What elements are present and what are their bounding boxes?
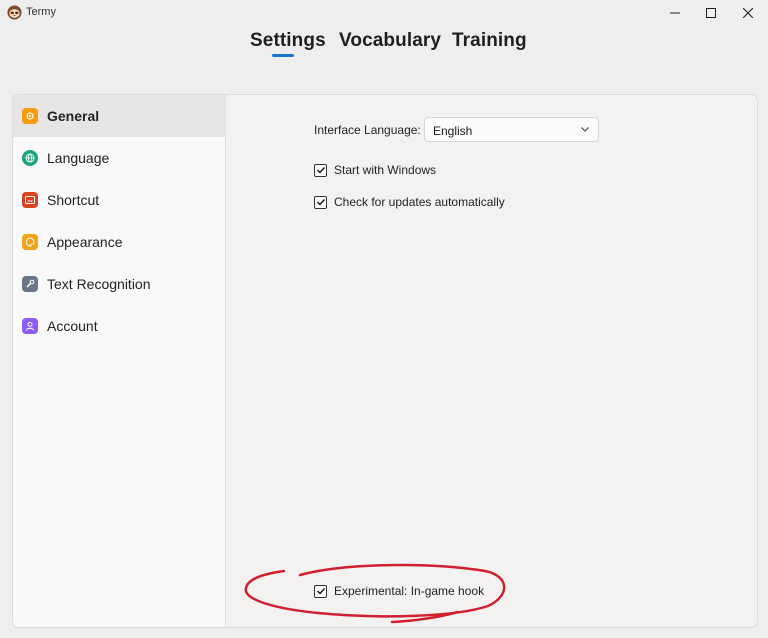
wrench-icon [22, 276, 38, 292]
palette-icon [22, 234, 38, 250]
sidebar-item-account[interactable]: Account [13, 305, 225, 347]
sidebar-item-label: Language [47, 150, 110, 166]
checkmark-icon [316, 199, 325, 206]
tab-settings[interactable]: Settings [250, 30, 326, 52]
chevron-down-icon [581, 127, 589, 132]
start-with-windows-checkbox[interactable] [314, 163, 327, 177]
tab-training[interactable]: Training [452, 30, 527, 52]
sidebar-item-shortcut[interactable]: Shortcut [13, 179, 225, 221]
interface-language-row: Interface Language: [314, 123, 421, 137]
checkmark-icon [316, 588, 325, 595]
check-updates-row[interactable]: Check for updates automatically [314, 195, 505, 209]
keyboard-icon [22, 192, 38, 208]
user-icon [22, 318, 38, 334]
minimize-icon [670, 12, 680, 14]
maximize-icon [706, 8, 716, 18]
sidebar-item-label: Text Recognition [47, 276, 151, 292]
check-updates-checkbox[interactable] [314, 195, 327, 209]
close-button[interactable] [730, 0, 766, 26]
sidebar-item-text-recognition[interactable]: Text Recognition [13, 263, 225, 305]
settings-sidebar: General Language Shortcut Appearance Tex [13, 95, 226, 627]
start-with-windows-row[interactable]: Start with Windows [314, 163, 436, 177]
general-settings-content: Interface Language: English Start with W… [226, 95, 757, 627]
checkmark-icon [316, 167, 325, 174]
settings-panel: General Language Shortcut Appearance Tex [12, 94, 758, 628]
gear-icon [22, 108, 38, 124]
sidebar-item-label: Account [47, 318, 98, 334]
active-tab-indicator [272, 54, 294, 57]
experimental-hook-label: Experimental: In-game hook [334, 584, 485, 598]
sidebar-item-label: Appearance [47, 234, 123, 250]
start-with-windows-label: Start with Windows [334, 163, 437, 177]
maximize-button[interactable] [693, 0, 729, 26]
interface-language-label: Interface Language: [314, 123, 421, 137]
experimental-hook-row[interactable]: Experimental: In-game hook [314, 584, 484, 598]
main-tabs: Settings Vocabulary Training [0, 30, 768, 60]
sidebar-item-appearance[interactable]: Appearance [13, 221, 225, 263]
sidebar-item-general[interactable]: General [13, 95, 225, 137]
sidebar-item-label: General [47, 108, 100, 124]
interface-language-select[interactable]: English [424, 117, 599, 142]
sidebar-item-language[interactable]: Language [13, 137, 225, 179]
close-icon [743, 8, 753, 18]
globe-icon [22, 150, 38, 166]
sidebar-item-label: Shortcut [47, 192, 100, 208]
sloth-app-icon [7, 5, 22, 20]
minimize-button[interactable] [657, 0, 693, 26]
window-title: Termy [26, 6, 56, 18]
experimental-hook-checkbox[interactable] [314, 584, 327, 598]
tab-vocabulary[interactable]: Vocabulary [339, 30, 441, 52]
check-updates-label: Check for updates automatically [334, 195, 505, 209]
title-bar: Termy [0, 0, 768, 26]
interface-language-value: English [433, 124, 473, 138]
